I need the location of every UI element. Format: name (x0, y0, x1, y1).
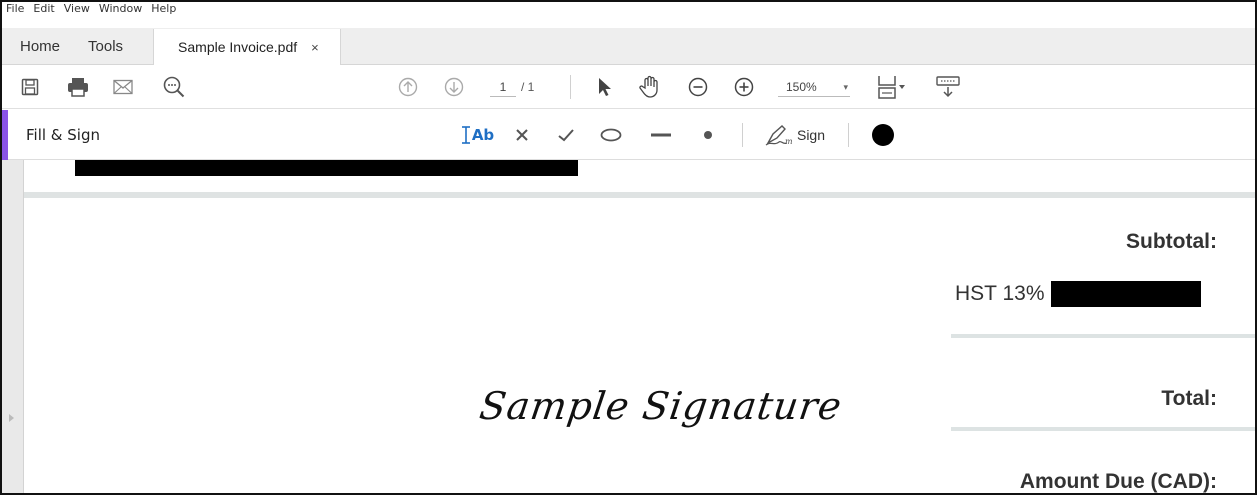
add-text-tool[interactable]: Ab (456, 110, 498, 160)
redaction-box (75, 160, 578, 176)
tab-bar: Home Tools Sample Invoice.pdf × (2, 28, 1255, 65)
sign-label: Sign (796, 127, 826, 143)
tab-document-label: Sample Invoice.pdf (178, 39, 298, 55)
read-mode-icon[interactable] (934, 65, 962, 109)
menu-bar: File Edit View Window Help (2, 2, 1255, 28)
tab-tools[interactable]: Tools (78, 28, 141, 64)
total-label: Total: (1161, 387, 1217, 410)
left-panel-collapsed[interactable] (2, 160, 24, 493)
document-viewport[interactable]: Subtotal: HST 13% Sample Signature Total… (2, 160, 1255, 493)
toolbar-divider (848, 123, 849, 147)
signature: Sample Signature (476, 384, 845, 428)
fill-sign-toolbar: Fill & Sign Ab m Sign (2, 110, 1255, 160)
next-page-icon[interactable] (442, 65, 466, 109)
page-number-input[interactable]: 1 (490, 77, 516, 97)
menu-file[interactable]: File (6, 2, 24, 16)
zoom-level-value: 150% (786, 80, 817, 94)
color-swatch-icon (872, 124, 894, 146)
app-window: File Edit View Window Help Home Tools Sa… (0, 0, 1257, 495)
section-divider (951, 427, 1255, 431)
dot-icon[interactable] (698, 110, 718, 160)
tab-home[interactable]: Home (2, 28, 78, 64)
tab-document[interactable]: Sample Invoice.pdf × (153, 29, 342, 65)
zoom-level-select[interactable]: 150% ▾ (778, 77, 850, 97)
menu-view[interactable]: View (64, 2, 90, 16)
amount-due-label: Amount Due (CAD): (1019, 470, 1217, 493)
tab-close-button[interactable]: × (311, 40, 319, 55)
search-icon[interactable] (160, 65, 188, 109)
svg-text:m: m (785, 137, 793, 146)
select-cursor-icon[interactable] (594, 65, 616, 109)
menu-help[interactable]: Help (151, 2, 176, 16)
check-mark-icon[interactable] (554, 110, 578, 160)
mail-icon[interactable] (110, 65, 136, 109)
hst-row: HST 13% (955, 281, 1201, 307)
sign-button[interactable]: m Sign (760, 110, 830, 160)
pen-sign-icon: m (765, 125, 793, 146)
page-total: / 1 (521, 80, 535, 94)
ellipse-icon[interactable] (598, 110, 624, 160)
redaction-box (1050, 281, 1201, 307)
save-icon[interactable] (18, 65, 42, 109)
color-picker-button[interactable] (868, 110, 898, 160)
print-icon[interactable] (64, 65, 92, 109)
cross-mark-icon[interactable] (510, 110, 534, 160)
pdf-page (24, 160, 1255, 192)
previous-page-icon[interactable] (396, 65, 420, 109)
zoom-in-icon[interactable] (732, 65, 756, 109)
expand-panel-icon[interactable] (9, 414, 14, 422)
menu-edit[interactable]: Edit (33, 2, 54, 16)
text-cursor-icon (461, 126, 470, 144)
section-divider (951, 334, 1255, 338)
tool-accent-bar (2, 110, 8, 160)
hst-label: HST 13% (955, 282, 1045, 305)
main-toolbar: 1 / 1 150% ▾ (2, 65, 1255, 109)
line-icon[interactable] (648, 110, 674, 160)
pdf-page: Subtotal: HST 13% Sample Signature Total… (24, 198, 1255, 493)
toolbar-divider (570, 75, 571, 99)
fill-sign-title: Fill & Sign (26, 126, 100, 144)
hand-tool-icon[interactable] (636, 65, 664, 109)
add-text-label: Ab (471, 126, 495, 144)
chevron-down-icon: ▾ (843, 82, 848, 92)
subtotal-label: Subtotal: (1126, 230, 1217, 253)
page-fit-icon[interactable] (874, 65, 908, 109)
zoom-out-icon[interactable] (686, 65, 710, 109)
toolbar-divider (742, 123, 743, 147)
menu-window[interactable]: Window (99, 2, 142, 16)
